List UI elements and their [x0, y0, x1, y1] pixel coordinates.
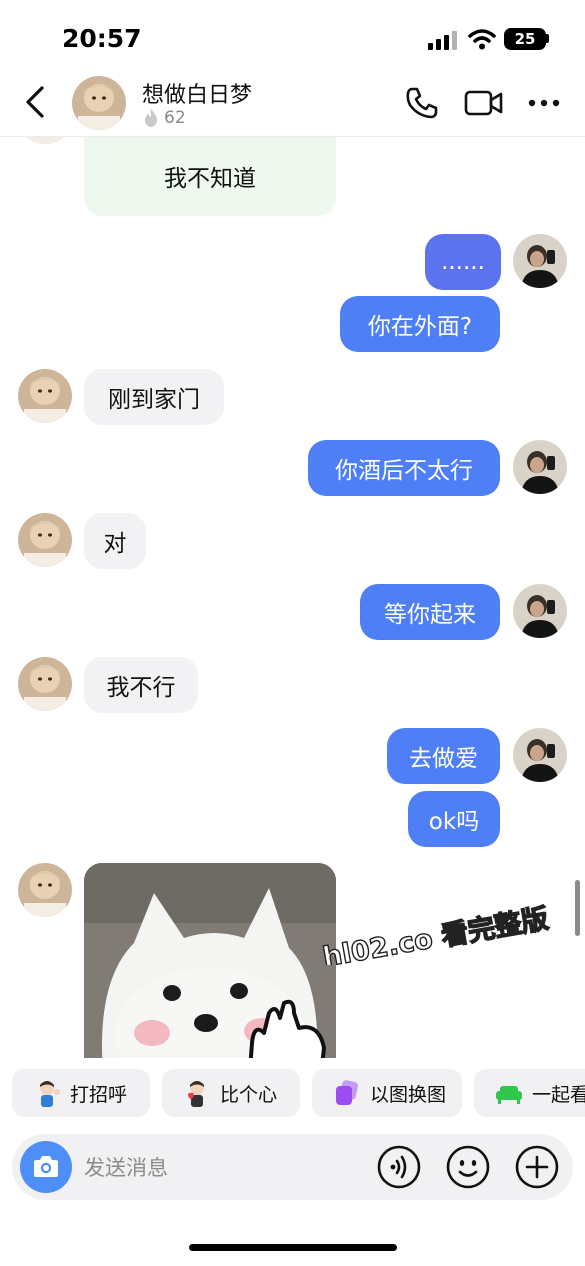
- message-text: 你在外面?: [367, 314, 473, 340]
- white-dog-sticker[interactable]: [84, 863, 336, 1058]
- signal-icon: [428, 31, 457, 50]
- contact-avatar[interactable]: [18, 369, 72, 423]
- message-input[interactable]: [82, 1150, 356, 1186]
- phone-icon[interactable]: [404, 85, 440, 121]
- quick-action-label: 比个心: [220, 1083, 278, 1106]
- my-avatar[interactable]: [513, 440, 567, 494]
- battery-level: 25: [514, 30, 536, 48]
- wave-avatar-icon: [40, 1081, 60, 1107]
- streak-count: 62: [164, 108, 186, 128]
- message-text: 刚到家门: [108, 387, 200, 413]
- quick-action-photo-swap[interactable]: 以图换图: [312, 1069, 462, 1117]
- plus-icon[interactable]: [514, 1144, 560, 1190]
- message-text: 我不行: [106, 675, 176, 701]
- watermark-text: hl02.co 看完整版: [320, 902, 550, 965]
- contact-name: 想做白日梦: [142, 83, 253, 108]
- contact-avatar[interactable]: [72, 76, 126, 130]
- back-chevron-icon[interactable]: [20, 84, 50, 120]
- chat-header: 想做白日梦 62: [0, 68, 585, 137]
- status-time: 20:57: [62, 24, 142, 53]
- message-text: 去做爱: [409, 746, 478, 772]
- message-bubble-outgoing[interactable]: 你在外面?: [340, 296, 500, 352]
- my-avatar[interactable]: [513, 234, 567, 288]
- wifi-icon: [468, 29, 496, 50]
- message-bubble-outgoing[interactable]: ok吗: [408, 791, 500, 847]
- quick-actions: 打招呼 比个心 以图换图 一起看: [0, 1066, 585, 1120]
- contact-avatar[interactable]: [18, 657, 72, 711]
- message-bubble-incoming[interactable]: 刚到家门: [84, 369, 224, 425]
- photo-swap-icon: [336, 1080, 358, 1105]
- contact-avatar[interactable]: [18, 863, 72, 917]
- home-indicator[interactable]: [189, 1244, 397, 1251]
- contact-avatar[interactable]: [18, 513, 72, 567]
- chat-screen: 20:57 25 想做白日梦 62 我不知道 ...... 你在外面? 刚到家门…: [0, 0, 585, 1266]
- contact-avatar: [18, 136, 72, 144]
- heart-avatar-icon: [188, 1081, 204, 1107]
- battery-icon: 25: [504, 28, 546, 50]
- camera-icon: [34, 1156, 58, 1177]
- flame-icon: [145, 109, 157, 127]
- message-text: 对: [103, 531, 127, 557]
- more-dots-icon[interactable]: [527, 91, 561, 115]
- message-bubble-outgoing[interactable]: 你酒后不太行: [308, 440, 500, 496]
- message-bubble-outgoing[interactable]: ......: [425, 234, 501, 290]
- my-avatar[interactable]: [513, 728, 567, 782]
- emoji-icon[interactable]: [445, 1144, 491, 1190]
- video-camera-icon[interactable]: [464, 88, 504, 118]
- status-bar: 20:57 25: [0, 0, 585, 68]
- message-bubble-incoming[interactable]: 对: [84, 513, 146, 569]
- quick-action-heart[interactable]: 比个心: [162, 1069, 300, 1117]
- message-bubble-outgoing[interactable]: 去做爱: [387, 728, 500, 784]
- message-text: 等你起来: [384, 602, 476, 628]
- quick-action-label: 以图换图: [370, 1083, 447, 1106]
- message-bubble-incoming[interactable]: 我不知道: [84, 136, 336, 216]
- message-text: ok吗: [428, 809, 480, 835]
- camera-button[interactable]: [20, 1141, 72, 1193]
- message-text: 你酒后不太行: [335, 458, 473, 484]
- watermark: hl02.co 看完整版: [320, 902, 552, 965]
- message-bubble-outgoing[interactable]: 等你起来: [360, 584, 500, 640]
- quick-action-label: 一起看: [532, 1083, 585, 1106]
- quick-action-greet[interactable]: 打招呼: [12, 1069, 150, 1117]
- quick-action-watch-together[interactable]: 一起看: [474, 1069, 585, 1117]
- message-bubble-incoming[interactable]: 我不行: [84, 657, 198, 713]
- quick-action-label: 打招呼: [70, 1083, 128, 1106]
- my-avatar[interactable]: [513, 584, 567, 638]
- message-text: ......: [441, 249, 485, 275]
- voice-icon[interactable]: [376, 1144, 422, 1190]
- scrollbar[interactable]: [575, 880, 580, 936]
- sofa-icon: [496, 1086, 522, 1104]
- message-input-bar: [12, 1134, 573, 1200]
- message-text: 我不知道: [164, 166, 256, 192]
- battery-nub: [546, 34, 549, 43]
